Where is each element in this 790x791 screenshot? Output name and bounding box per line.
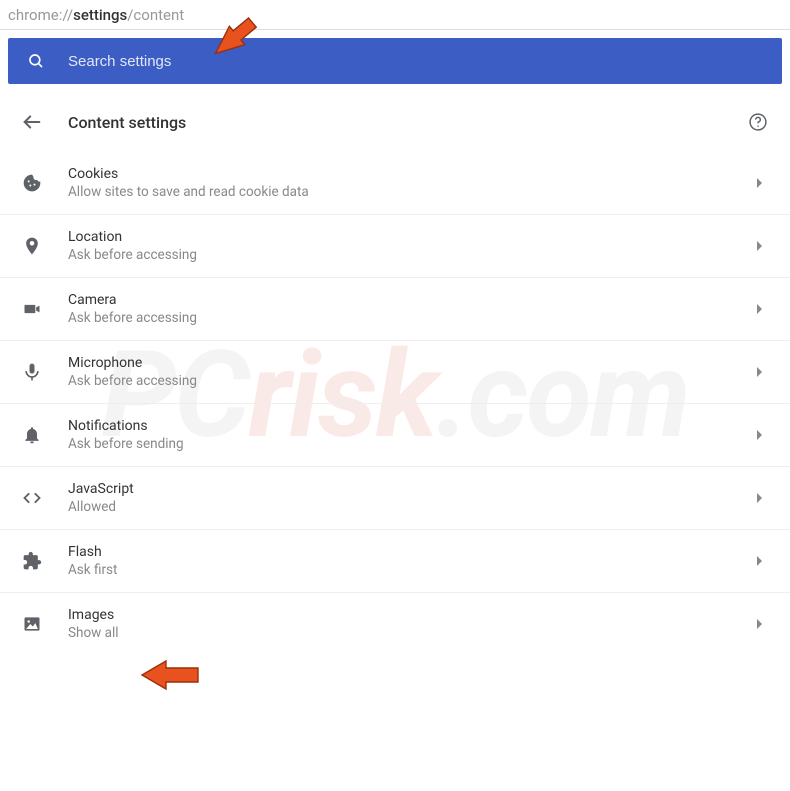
settings-item-images[interactable]: Images Show all [0, 592, 790, 655]
url-prefix: chrome:// [8, 6, 73, 24]
item-title: Notifications [68, 418, 732, 434]
item-title: JavaScript [68, 481, 732, 497]
page-title: Content settings [68, 113, 722, 132]
settings-item-camera[interactable]: Camera Ask before accessing [0, 277, 790, 340]
item-subtitle: Ask before accessing [68, 247, 732, 263]
search-icon [24, 49, 48, 73]
search-banner[interactable] [8, 38, 782, 84]
item-title: Cookies [68, 166, 732, 182]
chevron-right-icon [756, 429, 766, 441]
chevron-right-icon [756, 555, 766, 567]
chevron-right-icon [756, 303, 766, 315]
bell-icon [20, 423, 44, 447]
item-subtitle: Ask before accessing [68, 310, 732, 326]
chevron-right-icon [756, 366, 766, 378]
item-subtitle: Ask before sending [68, 436, 732, 452]
back-icon[interactable] [20, 110, 44, 134]
camera-icon [20, 297, 44, 321]
url-host: settings [73, 6, 127, 24]
extension-icon [20, 549, 44, 573]
item-title: Images [68, 607, 732, 623]
page-header: Content settings [0, 92, 790, 152]
item-subtitle: Ask first [68, 562, 732, 578]
url-path: /content [127, 6, 184, 24]
code-icon [20, 486, 44, 510]
chevron-right-icon [756, 492, 766, 504]
help-icon[interactable] [746, 110, 770, 134]
settings-item-notifications[interactable]: Notifications Ask before sending [0, 403, 790, 466]
settings-item-cookies[interactable]: Cookies Allow sites to save and read cook… [0, 152, 790, 214]
settings-list: Cookies Allow sites to save and read cook… [0, 152, 790, 655]
item-subtitle: Show all [68, 625, 732, 641]
chevron-right-icon [756, 177, 766, 189]
location-icon [20, 234, 44, 258]
chevron-right-icon [756, 618, 766, 630]
item-subtitle: Allow sites to save and read cookie data [68, 184, 732, 200]
settings-item-location[interactable]: Location Ask before accessing [0, 214, 790, 277]
cookie-icon [20, 171, 44, 195]
image-icon [20, 612, 44, 636]
annotation-arrow-icon [138, 655, 202, 695]
address-bar[interactable]: chrome://settings/content [0, 0, 790, 30]
item-title: Location [68, 229, 732, 245]
item-title: Camera [68, 292, 732, 308]
item-title: Flash [68, 544, 732, 560]
chevron-right-icon [756, 240, 766, 252]
settings-item-javascript[interactable]: JavaScript Allowed [0, 466, 790, 529]
settings-item-microphone[interactable]: Microphone Ask before accessing [0, 340, 790, 403]
item-subtitle: Allowed [68, 499, 732, 515]
item-subtitle: Ask before accessing [68, 373, 732, 389]
item-title: Microphone [68, 355, 732, 371]
search-input[interactable] [68, 53, 766, 70]
microphone-icon [20, 360, 44, 384]
settings-item-flash[interactable]: Flash Ask first [0, 529, 790, 592]
